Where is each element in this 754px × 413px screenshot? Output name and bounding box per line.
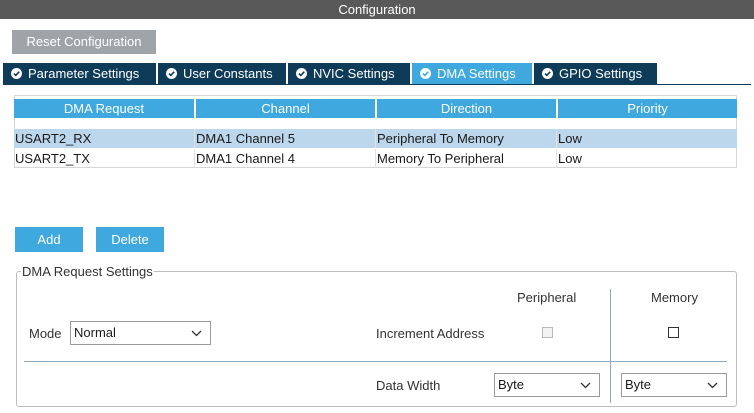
check-circle-icon (542, 68, 553, 79)
data-width-label: Data Width (376, 378, 441, 393)
reset-configuration-button[interactable]: Reset Configuration (12, 30, 156, 54)
memory-increment-checkbox[interactable] (668, 327, 679, 338)
tab-label: GPIO Settings (559, 66, 643, 81)
increment-address-label: Increment Address (376, 326, 485, 341)
column-divider (610, 289, 611, 403)
tab-user-constants[interactable]: User Constants (158, 63, 286, 84)
tab-parameter-settings[interactable]: Parameter Settings (3, 63, 156, 84)
column-header-channel[interactable]: Channel (196, 99, 375, 118)
check-circle-icon (11, 68, 22, 79)
cell-direction: Memory To Peripheral (377, 151, 504, 166)
peripheral-header: Peripheral (517, 290, 577, 305)
add-button[interactable]: Add (15, 227, 83, 252)
cell-dma-request: USART2_TX (15, 151, 90, 166)
mode-label: Mode (29, 326, 62, 341)
tab-label: User Constants (183, 66, 273, 81)
cell-priority: Low (558, 131, 582, 146)
tab-dma-settings[interactable]: DMA Settings (412, 63, 532, 84)
memory-header: Memory (651, 290, 698, 305)
tab-label: Parameter Settings (28, 66, 140, 81)
check-circle-icon (296, 68, 307, 79)
dma-request-settings-legend: DMA Request Settings (21, 264, 154, 279)
column-header-priority[interactable]: Priority (558, 99, 737, 118)
check-circle-icon (166, 68, 177, 79)
mode-select[interactable]: Normal (70, 321, 211, 345)
column-header-direction[interactable]: Direction (377, 99, 556, 118)
memory-data-width-value: Byte (625, 377, 652, 392)
delete-button[interactable]: Delete (96, 227, 164, 252)
mode-value: Normal (74, 325, 116, 340)
settings-divider (24, 361, 727, 362)
chevron-down-icon (580, 382, 591, 389)
table-row[interactable]: USART2_TX DMA1 Channel 4 Memory To Perip… (14, 149, 737, 168)
cell-priority: Low (558, 151, 582, 166)
cell-direction: Peripheral To Memory (377, 131, 504, 146)
memory-data-width-select[interactable]: Byte (621, 373, 727, 397)
table-row[interactable]: USART2_RX DMA1 Channel 5 Peripheral To M… (14, 129, 737, 148)
tab-label: NVIC Settings (313, 66, 395, 81)
check-circle-icon (420, 68, 431, 79)
chevron-down-icon (707, 382, 718, 389)
cell-dma-request: USART2_RX (15, 131, 92, 146)
window-title: Configuration (0, 0, 754, 19)
cell-channel: DMA1 Channel 5 (196, 131, 295, 146)
column-header-dma-request[interactable]: DMA Request (14, 99, 194, 118)
peripheral-data-width-value: Byte (498, 377, 525, 392)
tab-label: DMA Settings (437, 66, 516, 81)
tab-nvic-settings[interactable]: NVIC Settings (288, 63, 410, 84)
tab-bar: Parameter Settings User Constants NVIC S… (3, 63, 751, 85)
chevron-down-icon (191, 330, 202, 337)
cell-channel: DMA1 Channel 4 (196, 151, 295, 166)
tab-gpio-settings[interactable]: GPIO Settings (534, 63, 657, 84)
peripheral-increment-checkbox[interactable] (542, 327, 553, 338)
peripheral-data-width-select[interactable]: Byte (494, 373, 600, 397)
